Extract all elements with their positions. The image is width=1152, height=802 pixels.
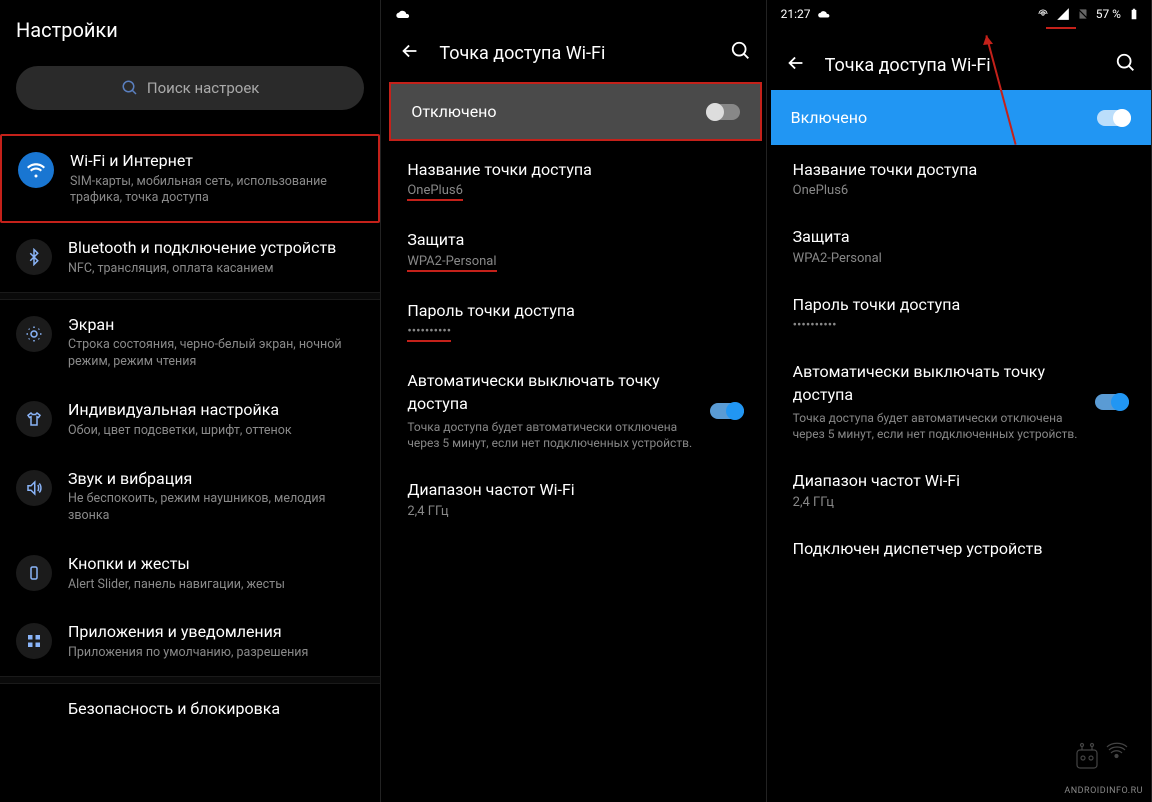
header: Точка доступа Wi-Fi (385, 28, 765, 78)
setting-sub: Alert Slider, панель навигации, жесты (68, 577, 364, 594)
back-button[interactable] (785, 52, 807, 78)
security-item[interactable]: Защита WPA2-Personal (771, 212, 1151, 279)
sound-icon (16, 470, 52, 506)
setting-display[interactable]: Экран Строка состояния, черно-белый экра… (0, 300, 380, 385)
setting-sub: Обои, цвет подсветки, шрифт, оттенок (68, 423, 364, 440)
hotspot-icon (1036, 7, 1050, 21)
setting-title: Wi-Fi и Интернет (70, 150, 362, 172)
brightness-icon (16, 316, 52, 352)
item-title: Диапазон частот Wi-Fi (407, 479, 743, 501)
signal-icon (1056, 7, 1070, 21)
item-value: OnePlus6 (793, 183, 1129, 198)
item-value: •••••••••• (793, 318, 1129, 333)
status-battery: 57 % (1096, 7, 1121, 21)
setting-sub: Строка состояния, черно-белый экран, ноч… (68, 337, 364, 371)
item-value: WPA2-Personal (793, 251, 1129, 266)
setting-title: Безопасность и блокировка (68, 698, 364, 720)
item-value: •••••••••• (407, 324, 451, 342)
band-item[interactable]: Диапазон частот Wi-Fi 2,4 ГГц (771, 456, 1151, 523)
item-title: Защита (793, 226, 1129, 248)
search-button[interactable] (730, 40, 752, 66)
security-item[interactable]: Защита WPA2-Personal (385, 215, 765, 285)
password-item[interactable]: Пароль точки доступа •••••••••• (385, 286, 765, 356)
divider (0, 676, 380, 684)
toggle-label: Включено (791, 108, 867, 127)
setting-title: Экран (68, 314, 364, 336)
item-desc: Точка доступа будет автоматически отключ… (407, 419, 699, 451)
header-title: Точка доступа Wi-Fi (439, 43, 711, 64)
hotspot-name-item[interactable]: Название точки доступа OnePlus6 (385, 145, 765, 215)
item-title: Пароль точки доступа (793, 294, 1129, 316)
auto-off-switch[interactable] (1095, 394, 1129, 410)
search-input[interactable]: Поиск настроек (16, 66, 364, 110)
annotation-mark (1046, 27, 1076, 29)
auto-off-item[interactable]: Автоматически выключать точку доступа То… (385, 356, 765, 465)
search-placeholder: Поиск настроек (147, 79, 260, 97)
status-bar (385, 0, 765, 28)
setting-customization[interactable]: Индивидуальная настройка Обои, цвет подс… (0, 385, 380, 453)
setting-title: Bluetooth и подключение устройств (68, 237, 364, 259)
auto-off-item[interactable]: Автоматически выключать точку доступа То… (771, 347, 1151, 456)
bluetooth-icon (16, 239, 52, 275)
auto-off-switch[interactable] (710, 403, 744, 419)
gesture-icon (16, 555, 52, 591)
setting-title: Кнопки и жесты (68, 553, 364, 575)
back-button[interactable] (399, 40, 421, 66)
search-icon (121, 79, 139, 97)
setting-buttons[interactable]: Кнопки и жесты Alert Slider, панель нави… (0, 539, 380, 607)
setting-title: Приложения и уведомления (68, 621, 364, 643)
item-title: Диапазон частот Wi-Fi (793, 470, 1129, 492)
page-title: Настройки (0, 0, 380, 66)
item-title: Автоматически выключать точку доступа (407, 370, 699, 415)
setting-wifi-internet[interactable]: Wi-Fi и Интернет SIM-карты, мобильная се… (0, 134, 380, 223)
setting-security[interactable]: Безопасность и блокировка (0, 684, 380, 750)
battery-icon (1127, 7, 1141, 21)
item-desc: Точка доступа будет автоматически отключ… (793, 410, 1085, 442)
wifi-icon (18, 152, 54, 188)
item-title: Защита (407, 229, 743, 251)
item-title: Подключен диспетчер устройств (793, 538, 1129, 560)
item-value: 2,4 ГГц (793, 495, 1129, 510)
toggle-label: Отключено (411, 102, 496, 121)
item-title: Название точки доступа (793, 159, 1129, 181)
hotspot-panel-on: 21:27 57 % Точка доступа Wi-Fi Включено … (771, 0, 1152, 802)
setting-title: Звук и вибрация (68, 468, 364, 490)
status-time: 21:27 (781, 7, 811, 21)
setting-bluetooth[interactable]: Bluetooth и подключение устройств NFC, т… (0, 223, 380, 291)
apps-icon (16, 623, 52, 659)
setting-sound[interactable]: Звук и вибрация Не беспокоить, режим нау… (0, 454, 380, 539)
cloud-icon (395, 6, 411, 22)
setting-sub: Приложения по умолчанию, разрешения (68, 645, 364, 662)
hotspot-name-item[interactable]: Название точки доступа OnePlus6 (771, 145, 1151, 212)
setting-title: Индивидуальная настройка (68, 399, 364, 421)
item-title: Автоматически выключать точку доступа (793, 361, 1085, 406)
item-value: 2,4 ГГц (407, 504, 743, 519)
search-button[interactable] (1115, 52, 1137, 78)
hotspot-toggle-row[interactable]: Отключено (389, 82, 761, 141)
settings-panel: Настройки Поиск настроек Wi-Fi и Интерне… (0, 0, 381, 802)
status-bar: 21:27 57 % (771, 0, 1151, 28)
watermark-robot-icon (1069, 738, 1139, 778)
divider (0, 292, 380, 300)
cloud-icon (817, 7, 831, 21)
shirt-icon (16, 401, 52, 437)
no-sim-icon (1076, 7, 1090, 21)
toggle-switch[interactable] (1097, 110, 1131, 126)
hotspot-panel-off: Точка доступа Wi-Fi Отключено Название т… (385, 0, 766, 802)
watermark-text: ANDROIDINFO.RU (1064, 786, 1143, 796)
setting-sub: Не беспокоить, режим наушников, мелодия … (68, 491, 364, 525)
item-value: OnePlus6 (407, 183, 463, 201)
item-title: Название точки доступа (407, 159, 743, 181)
toggle-switch[interactable] (706, 104, 740, 120)
setting-apps[interactable]: Приложения и уведомления Приложения по у… (0, 607, 380, 675)
setting-sub: NFC, трансляция, оплата касанием (68, 261, 364, 278)
setting-sub: SIM-карты, мобильная сеть, использование… (70, 174, 362, 208)
dispatcher-item[interactable]: Подключен диспетчер устройств (771, 524, 1151, 574)
band-item[interactable]: Диапазон частот Wi-Fi 2,4 ГГц (385, 465, 765, 532)
password-item[interactable]: Пароль точки доступа •••••••••• (771, 280, 1151, 347)
item-value: WPA2-Personal (407, 254, 496, 272)
item-title: Пароль точки доступа (407, 300, 743, 322)
